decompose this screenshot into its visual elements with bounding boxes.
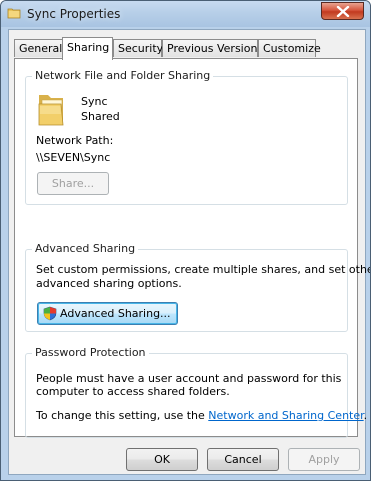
tab-security[interactable]: Security	[113, 39, 163, 57]
uac-shield-icon	[43, 306, 57, 321]
network-sharing-group: Network File and Folder Sharing Sync Sha…	[25, 69, 348, 205]
password-protection-line3-prefix: To change this setting, use the	[36, 409, 205, 422]
tab-strip: General Sharing Security Previous Versio…	[9, 37, 365, 60]
apply-button[interactable]: Apply	[288, 448, 360, 471]
properties-window: Sync Properties General Sharing Security…	[0, 0, 371, 481]
password-protection-group: Password Protection People must have a u…	[25, 346, 367, 438]
advanced-sharing-description-line2: advanced sharing options.	[36, 277, 182, 290]
folder-icon	[7, 8, 21, 19]
network-path-value: \\SEVEN\Sync	[36, 151, 111, 164]
tab-customize[interactable]: Customize	[258, 39, 321, 57]
folder-icon	[38, 95, 64, 126]
network-and-sharing-center-link[interactable]: Network and Sharing Center	[208, 409, 363, 422]
tab-general[interactable]: General	[14, 39, 63, 57]
cancel-button[interactable]: Cancel	[207, 448, 279, 471]
dialog-client-area: General Sharing Security Previous Versio…	[8, 29, 370, 475]
advanced-sharing-group: Advanced Sharing Set custom permissions,…	[25, 242, 370, 332]
tab-sharing[interactable]: Sharing	[62, 37, 113, 60]
advanced-sharing-group-title: Advanced Sharing	[32, 242, 139, 255]
password-protection-line3: To change this setting, use the Network …	[36, 409, 367, 422]
password-protection-line1: People must have a user account and pass…	[36, 372, 342, 385]
advanced-sharing-description-line1: Set custom permissions, create multiple …	[36, 263, 371, 276]
network-path-label: Network Path:	[36, 134, 114, 147]
share-button[interactable]: Share...	[37, 172, 109, 195]
password-protection-line2: computer to access shared folders.	[36, 385, 230, 398]
close-icon	[336, 6, 350, 17]
advanced-sharing-button[interactable]: Advanced Sharing...	[37, 302, 178, 325]
folder-name: Sync	[81, 95, 108, 108]
folder-status: Shared	[81, 110, 120, 123]
tab-previous-versions[interactable]: Previous Versions	[162, 39, 263, 57]
window-title: Sync Properties	[27, 7, 121, 21]
password-protection-line3-suffix: .	[363, 409, 368, 422]
password-protection-group-title: Password Protection	[32, 346, 149, 359]
network-sharing-group-title: Network File and Folder Sharing	[32, 69, 214, 82]
title-bar[interactable]: Sync Properties	[1, 1, 370, 27]
advanced-sharing-button-label: Advanced Sharing...	[60, 307, 171, 320]
ok-button[interactable]: OK	[126, 448, 198, 471]
close-button[interactable]	[321, 2, 364, 20]
sharing-tab-page: Network File and Folder Sharing Sync Sha…	[14, 58, 370, 438]
